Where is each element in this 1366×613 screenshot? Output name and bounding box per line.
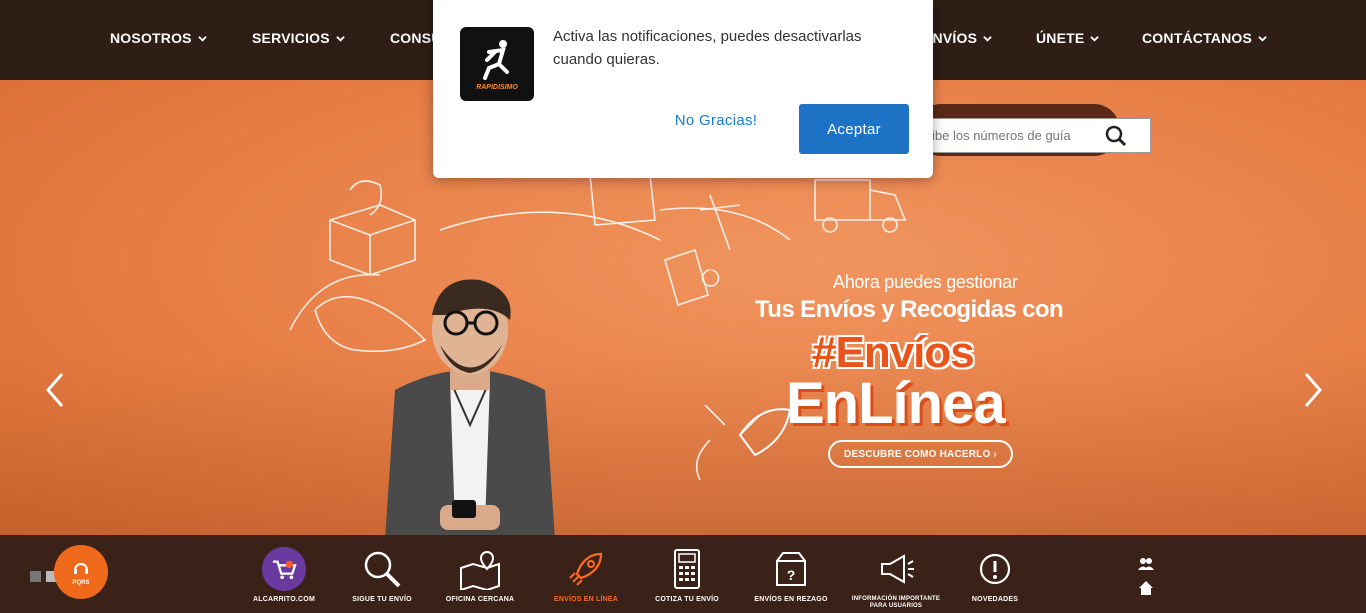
quick-link-oficina-cercana[interactable]: OFICINA CERCANA — [435, 546, 525, 604]
hero-subtitle: Ahora puedes gestionar — [833, 272, 1018, 292]
chevron-down-icon — [983, 35, 992, 42]
quick-link-novedades[interactable]: NOVEDADES — [950, 546, 1040, 604]
rocket-icon — [569, 552, 603, 586]
quick-link-sigue-tu-envio[interactable]: SIGUE TU ENVÍO — [337, 546, 427, 604]
runner-logo-icon — [483, 39, 509, 80]
slide-dot[interactable] — [30, 571, 41, 582]
quick-link-alcarrito[interactable]: ALCARRITO.COM — [239, 546, 329, 604]
tracking-search-button[interactable] — [1096, 119, 1136, 152]
chevron-down-icon — [1090, 35, 1100, 42]
nav-item-unete[interactable]: ÚNETE — [1036, 30, 1100, 46]
brand-logo: RAPIDISIMO — [460, 27, 534, 101]
chevron-down-icon — [197, 35, 207, 42]
notification-permission-dialog: RAPIDISIMO Activa las notificaciones, pu… — [433, 0, 933, 178]
calculator-icon — [674, 549, 700, 589]
megaphone-icon — [881, 554, 914, 584]
chevron-right-icon — [1304, 373, 1322, 407]
carousel-prev-button[interactable] — [36, 370, 76, 410]
quick-link-label: ALCARRITO.COM — [253, 596, 315, 603]
quick-link-label: OFICINA CERCANA — [445, 596, 515, 603]
man-with-phone-image — [385, 279, 555, 535]
quick-link-label: NOVEDADES — [971, 596, 1019, 603]
nav-item-label: NOSOTROS — [110, 30, 192, 46]
nav-item-label: ÚNETE — [1036, 30, 1085, 46]
nav-item-label: SERVICIOS — [252, 30, 330, 46]
cart-icon — [261, 546, 307, 592]
chevron-left-icon — [46, 373, 64, 407]
search-icon — [1105, 125, 1127, 146]
headset-icon — [74, 562, 88, 574]
carousel-next-button[interactable] — [1292, 370, 1332, 410]
magnifier-icon — [364, 551, 401, 588]
chevron-down-icon — [1258, 35, 1267, 42]
hero-title: Tus Envíos y Recogidas con — [755, 296, 1064, 323]
tracking-search — [925, 118, 1151, 153]
decline-button[interactable]: No Gracias! — [666, 112, 766, 129]
pqrs-label: PQRS — [72, 579, 90, 586]
nav-item-nosotros[interactable]: NOSOTROS — [110, 30, 207, 46]
quick-link-envios-en-linea[interactable]: ENVÍOS EN LÍNEA — [541, 546, 631, 604]
slide-indicator — [30, 571, 57, 582]
hero-brandline: EnLínea — [786, 371, 1006, 436]
brand-logo-text: RAPIDISIMO — [476, 83, 518, 91]
nav-item-servicios[interactable]: SERVICIOS — [252, 30, 345, 46]
home-icon[interactable] — [1138, 580, 1154, 596]
map-pin-icon — [460, 551, 500, 590]
nav-item-contactanos[interactable]: CONTÁCTANOS — [1142, 30, 1267, 46]
accept-button[interactable]: Aceptar — [799, 104, 909, 154]
notification-message: Activa las notificaciones, puedes desact… — [553, 28, 862, 68]
quick-link-informacion-importante[interactable]: INFORMACIÓN IMPORTANTE PARA USUARIOS — [851, 546, 941, 610]
nav-item-label: CONTÁCTANOS — [1142, 30, 1253, 46]
quick-link-label: COTIZA TU ENVÍO — [655, 596, 719, 603]
quick-link-envios-en-rezago[interactable]: ? ENVÍOS EN REZAGO — [746, 546, 836, 604]
quick-link-label: ENVÍOS EN LÍNEA — [553, 596, 619, 603]
users-icon[interactable] — [1138, 556, 1154, 572]
svg-text:?: ? — [787, 567, 796, 583]
quick-link-cotiza-tu-envio[interactable]: COTIZA TU ENVÍO — [642, 546, 732, 604]
pqrs-button[interactable]: PQRS — [54, 545, 108, 599]
quick-link-label: ENVÍOS EN REZAGO — [754, 596, 828, 603]
box-question-icon: ? — [776, 552, 806, 586]
nav-item-envios[interactable]: ENVÍOS — [923, 30, 992, 46]
quick-link-label: SIGUE TU ENVÍO — [352, 596, 412, 603]
hero-cta-button[interactable]: DESCUBRE COMO HACERLO › — [828, 440, 1013, 468]
tracking-search-input[interactable] — [926, 128, 1096, 143]
chevron-down-icon — [336, 35, 345, 42]
alert-icon — [979, 553, 1011, 585]
quick-link-label: INFORMACIÓN IMPORTANTE PARA USUARIOS — [851, 596, 941, 609]
